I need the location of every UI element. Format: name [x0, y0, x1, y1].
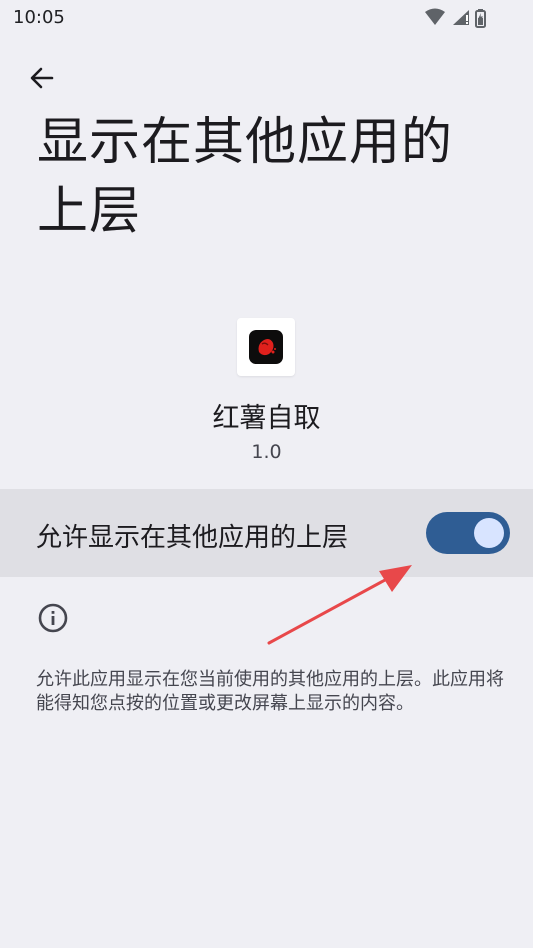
permission-switch[interactable] — [426, 512, 510, 554]
info-icon — [38, 603, 68, 633]
permission-toggle-label: 允许显示在其他应用的上层 — [36, 523, 349, 553]
back-button[interactable] — [22, 58, 62, 98]
battery-icon — [475, 9, 486, 28]
app-icon — [249, 330, 283, 364]
page-title: 显示在其他应用的上层 — [37, 113, 454, 241]
signal-icon — [453, 10, 469, 25]
permission-description: 允许此应用显示在您当前使用的其他应用的上层。此应用将能得知您点按的位置或更改屏幕… — [36, 669, 504, 714]
status-time: 10:05 — [13, 7, 65, 28]
wifi-icon — [425, 8, 445, 25]
permission-toggle-row[interactable]: 允许显示在其他应用的上层 — [0, 489, 533, 577]
app-version: 1.0 — [251, 441, 282, 463]
arrow-left-icon — [30, 67, 54, 89]
sweet-potato-icon — [258, 339, 276, 356]
status-bar: 10:05 — [0, 0, 533, 36]
app-icon-container — [237, 318, 295, 376]
annotation-arrow-shaft — [267, 572, 398, 645]
switch-thumb — [474, 518, 504, 548]
status-icons — [425, 8, 486, 28]
app-name: 红薯自取 — [212, 403, 321, 434]
